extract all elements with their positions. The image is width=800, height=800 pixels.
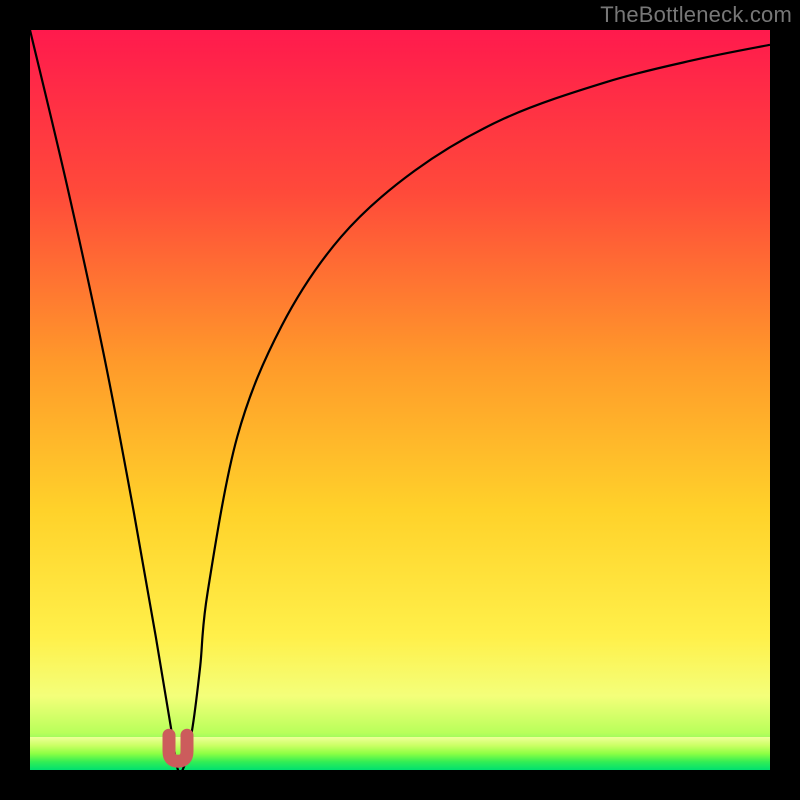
min-marker (169, 735, 187, 761)
curve-layer (30, 30, 770, 770)
chart-root: TheBottleneck.com (0, 0, 800, 800)
plot-area (30, 30, 770, 770)
bottleneck-curve (30, 30, 770, 770)
attribution-label: TheBottleneck.com (600, 2, 792, 28)
